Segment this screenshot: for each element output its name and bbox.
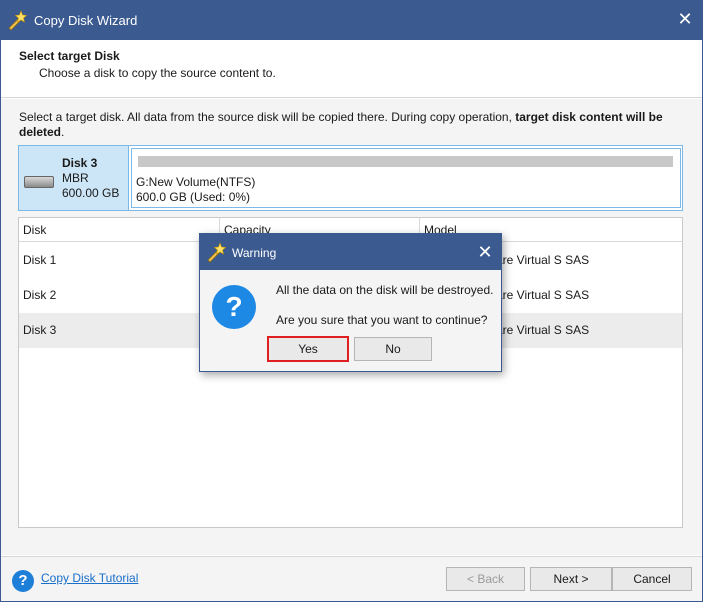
column-header-disk[interactable]: Disk [19,218,220,242]
page-title: Select target Disk [19,49,120,63]
row-model: are Virtual S SAS [496,253,590,267]
copy-disk-tutorial-link[interactable]: Copy Disk Tutorial [41,571,138,585]
wizard-wand-icon [8,10,28,31]
row-disk: Disk 1 [23,253,57,267]
partition-name: G:New Volume(NTFS) [136,175,256,189]
cancel-button[interactable]: Cancel [612,567,692,591]
window-close-button[interactable]: ✕ [675,9,695,29]
help-icon[interactable]: ? [12,570,34,592]
yes-button[interactable]: Yes [267,336,349,362]
window-title: Copy Disk Wizard [34,13,138,28]
next-button[interactable]: Next > [530,567,612,591]
wizard-header: Select target Disk Choose a disk to copy… [1,40,702,98]
row-disk: Disk 3 [23,323,57,337]
row-model: are Virtual S SAS [496,288,590,302]
warning-dialog: Warning ✕ ? All the data on the disk wil… [199,233,502,372]
notice-end: . [61,125,65,139]
title-bar: Copy Disk Wizard ✕ [0,0,703,40]
dialog-title: Warning [232,246,277,260]
disk-type: MBR [62,171,89,185]
row-disk: Disk 2 [23,288,57,302]
no-button[interactable]: No [354,337,432,361]
dialog-message-1: All the data on the disk will be destroy… [276,283,494,297]
dialog-title-bar: Warning ✕ [200,234,501,270]
disk-name: Disk 3 [62,156,98,170]
partition-info: 600.0 GB (Used: 0%) [136,190,251,204]
selected-disk-card[interactable]: Disk 3 MBR 600.00 GB G:New Volume(NTFS) … [18,145,683,211]
row-model: are Virtual S SAS [496,323,590,337]
page-subtitle: Choose a disk to copy the source content… [39,66,276,80]
hard-disk-icon [24,176,54,188]
notice-text: Select a target disk. All data from the … [19,110,679,140]
dialog-close-button[interactable]: ✕ [475,242,495,262]
partition-block[interactable]: G:New Volume(NTFS) 600.0 GB (Used: 0%) [131,148,681,208]
partition-usage-bar [138,156,673,167]
wizard-wand-icon [207,242,227,263]
dialog-body: ? All the data on the disk will be destr… [200,270,501,371]
back-button[interactable]: < Back [446,567,525,591]
dialog-message-2: Are you sure that you want to continue? [276,313,488,327]
question-icon: ? [212,285,256,329]
notice-main: Select a target disk. All data from the … [19,110,516,124]
disk-size: 600.00 GB [62,186,120,200]
disk-info-panel[interactable]: Disk 3 MBR 600.00 GB [19,146,129,210]
